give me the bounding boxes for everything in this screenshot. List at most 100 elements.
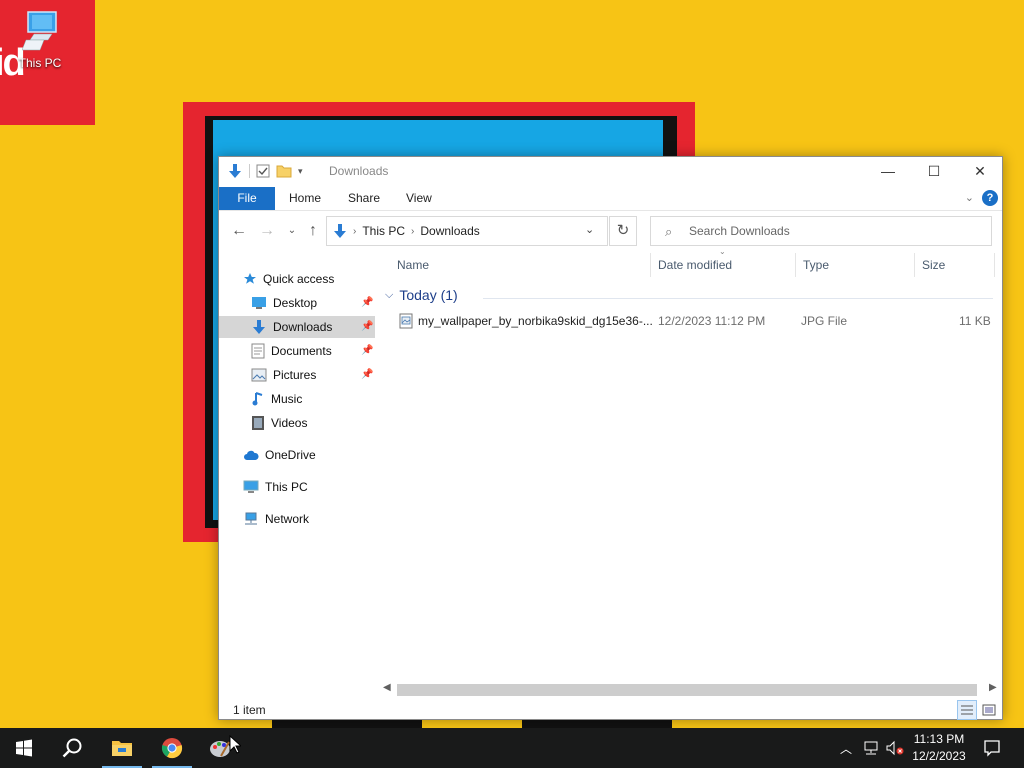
scroll-left-icon[interactable]: ◀ <box>383 682 391 693</box>
network-tray-button[interactable] <box>860 728 882 768</box>
navigation-bar: ← → ⌄ ↑ › This PC › Downloads ⌄ ↻ ⌕ <box>219 215 1002 247</box>
nav-this-pc[interactable]: This PC <box>243 476 308 498</box>
image-file-icon <box>399 313 413 329</box>
breadcrumb-separator-icon: › <box>353 225 357 237</box>
tab-view[interactable]: View <box>406 187 432 210</box>
scrollbar-thumb[interactable] <box>397 684 977 696</box>
download-arrow-icon[interactable] <box>227 163 243 179</box>
file-explorer-icon <box>112 741 132 756</box>
nav-item-pictures[interactable]: Pictures 📌 <box>251 364 375 386</box>
file-name: my_wallpaper_by_norbika9skid_dg15e36-... <box>418 314 653 328</box>
pin-icon: 📌 <box>361 369 374 380</box>
file-size: 11 KB <box>959 314 991 328</box>
volume-tray-button[interactable] <box>884 728 906 768</box>
nav-item-downloads[interactable]: Downloads 📌 <box>219 316 375 338</box>
search-icon: ⌕ <box>665 224 673 239</box>
column-header-type[interactable]: Type <box>803 255 829 275</box>
scroll-right-icon[interactable]: ▶ <box>989 682 997 693</box>
maximize-button[interactable]: ☐ <box>911 157 957 185</box>
title-bar[interactable]: ▾ Downloads — ☐ ✕ <box>219 157 1002 185</box>
paint-icon <box>210 741 230 757</box>
forward-button[interactable]: → <box>257 221 277 241</box>
customize-qat-chevron-icon[interactable]: ▾ <box>298 166 303 177</box>
nav-quick-access[interactable]: Quick access <box>243 268 334 290</box>
chrome-icon <box>161 738 183 759</box>
file-type: JPG File <box>801 314 848 328</box>
properties-icon[interactable] <box>256 164 270 178</box>
address-dropdown-chevron-icon[interactable]: ⌄ <box>585 223 594 236</box>
pin-icon: 📌 <box>361 297 374 308</box>
column-header-date[interactable]: Date modified <box>658 255 732 275</box>
details-view-button[interactable] <box>957 700 977 720</box>
nav-network[interactable]: Network <box>243 508 309 530</box>
horizontal-scrollbar[interactable]: ◀ ▶ <box>379 682 1001 696</box>
taskbar-search-button[interactable] <box>48 728 96 768</box>
clock-date: 12/2/2023 <box>912 749 966 763</box>
minimize-button[interactable]: — <box>865 157 911 185</box>
address-bar[interactable]: › This PC › Downloads ⌄ <box>326 216 608 246</box>
mouse-cursor-icon <box>229 735 241 754</box>
window-title: Downloads <box>329 164 389 178</box>
this-pc-icon <box>22 11 57 51</box>
nav-onedrive[interactable]: OneDrive <box>243 444 316 466</box>
videos-folder-icon <box>252 416 264 430</box>
up-button[interactable]: ↑ <box>303 221 323 241</box>
this-pc-icon <box>243 480 259 493</box>
group-header-today[interactable]: ⌵ Today (1) <box>385 287 458 303</box>
network-icon <box>864 741 878 755</box>
recent-locations-button[interactable]: ⌄ <box>282 221 302 241</box>
refresh-button[interactable]: ↻ <box>609 216 637 246</box>
ribbon-tabs: File Home Share View ⌄ ? <box>219 187 1002 211</box>
file-list: Name ⌄ Date modified Type Size ⌵ Today (… <box>379 247 1001 687</box>
chevron-down-icon: ⌵ <box>385 288 394 301</box>
table-row[interactable]: my_wallpaper_by_norbika9skid_dg15e36-...… <box>395 311 995 333</box>
documents-folder-icon <box>251 343 265 359</box>
column-header-size[interactable]: Size <box>922 255 945 275</box>
desktop-icon-label: This PC <box>18 56 62 70</box>
taskbar-file-explorer[interactable] <box>98 728 146 768</box>
details-view-icon <box>961 705 973 715</box>
item-count: 1 item <box>233 703 266 717</box>
close-button[interactable]: ✕ <box>957 157 1003 185</box>
expand-ribbon-chevron-icon[interactable]: ⌄ <box>965 191 974 204</box>
nav-item-desktop[interactable]: Desktop 📌 <box>251 292 375 314</box>
pin-icon: 📌 <box>361 321 374 332</box>
search-input[interactable] <box>689 222 979 240</box>
nav-item-documents[interactable]: Documents 📌 <box>251 340 375 362</box>
notifications-icon <box>984 740 1000 757</box>
search-box[interactable]: ⌕ <box>650 216 992 246</box>
column-header-name[interactable]: Name <box>397 255 429 275</box>
search-icon <box>62 738 82 758</box>
large-icons-view-icon <box>982 704 996 716</box>
breadcrumb-this-pc[interactable]: This PC <box>362 224 405 238</box>
nav-item-videos[interactable]: Videos <box>251 412 375 434</box>
start-icon <box>16 739 32 757</box>
breadcrumb-downloads[interactable]: Downloads <box>420 224 479 238</box>
back-button[interactable]: ← <box>229 221 249 241</box>
help-icon[interactable]: ? <box>982 190 998 206</box>
large-icons-view-button[interactable] <box>979 700 999 720</box>
network-icon <box>245 512 257 525</box>
new-folder-icon[interactable] <box>276 164 292 178</box>
taskbar-chrome[interactable] <box>148 728 196 768</box>
system-clock[interactable]: 11:13 PM 12/2/2023 <box>908 731 970 765</box>
desktop-icon-this-pc[interactable]: This PC <box>10 8 70 70</box>
onedrive-cloud-icon <box>244 450 259 460</box>
clock-time: 11:13 PM <box>913 732 965 746</box>
tab-share[interactable]: Share <box>348 187 380 210</box>
show-hidden-icons-button[interactable]: ︿ <box>836 728 856 768</box>
nav-item-music[interactable]: Music <box>251 388 375 410</box>
start-button[interactable] <box>0 728 48 768</box>
tab-home[interactable]: Home <box>289 187 321 210</box>
downloads-folder-icon <box>253 320 265 334</box>
pictures-folder-icon <box>251 368 267 382</box>
pin-icon: 📌 <box>361 345 374 356</box>
action-center-button[interactable] <box>978 728 1006 768</box>
quick-access-toolbar: ▾ <box>227 163 303 179</box>
tab-file[interactable]: File <box>219 187 275 210</box>
breadcrumb-separator-icon: › <box>411 225 415 237</box>
desktop-folder-icon <box>252 297 266 309</box>
file-explorer-window[interactable]: ▾ Downloads — ☐ ✕ File Home Share View ⌄… <box>218 156 1003 720</box>
file-date: 12/2/2023 11:12 PM <box>658 314 766 328</box>
star-icon <box>244 273 256 284</box>
